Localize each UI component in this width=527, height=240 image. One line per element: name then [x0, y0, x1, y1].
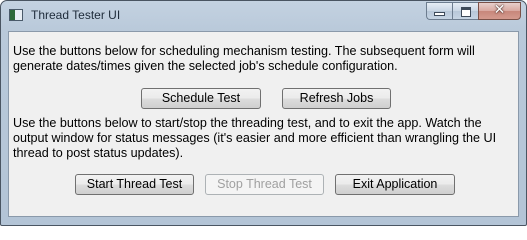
client-area: Use the buttons below for scheduling mec… — [8, 31, 519, 217]
caption-buttons: ✕ — [426, 2, 521, 20]
maximize-icon — [461, 7, 471, 17]
schedule-test-button[interactable]: Schedule Test — [141, 88, 261, 109]
close-button[interactable]: ✕ — [478, 2, 521, 20]
title-bar[interactable]: Thread Tester UI ✕ — [1, 1, 526, 31]
app-window-icon[interactable] — [9, 9, 23, 21]
refresh-jobs-button[interactable]: Refresh Jobs — [282, 88, 391, 109]
exit-application-button[interactable]: Exit Application — [335, 174, 455, 195]
scheduling-description: Use the buttons below for scheduling mec… — [13, 44, 475, 73]
maximize-button[interactable] — [452, 2, 478, 20]
minimize-icon — [435, 13, 444, 15]
main-window: Thread Tester UI ✕ Use the buttons below… — [0, 0, 527, 226]
start-thread-test-button[interactable]: Start Thread Test — [75, 174, 194, 195]
stop-thread-test-button[interactable]: Stop Thread Test — [205, 174, 324, 195]
minimize-button[interactable] — [426, 2, 452, 20]
window-title: Thread Tester UI — [31, 8, 121, 22]
close-icon: ✕ — [493, 2, 506, 18]
threading-description: Use the buttons below to start/stop the … — [13, 116, 497, 160]
